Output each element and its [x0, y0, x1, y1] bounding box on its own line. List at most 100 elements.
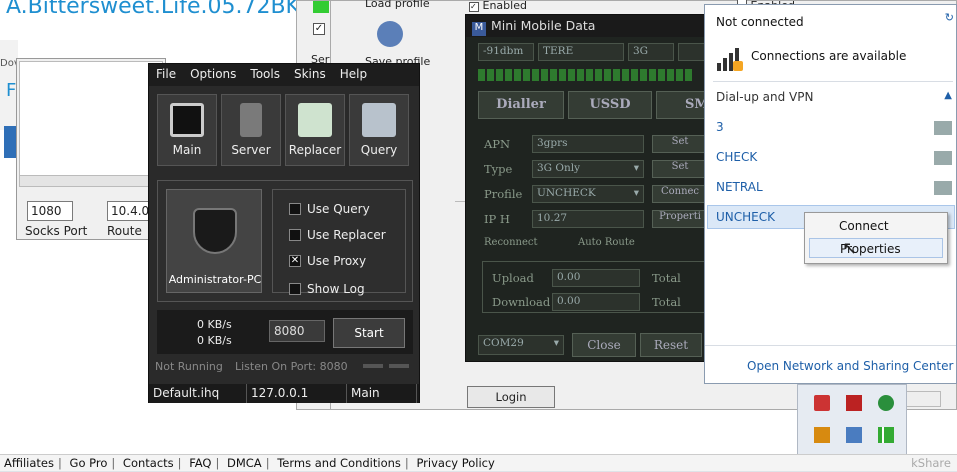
app-tray-icon[interactable]: [846, 395, 862, 411]
footer-gopro[interactable]: Go Pro: [70, 456, 108, 470]
dialup-icon: [934, 151, 952, 165]
dialler-tab[interactable]: Dialler: [478, 91, 564, 119]
show-log-checkbox[interactable]: Show Log: [289, 282, 365, 296]
menu-tools[interactable]: Tools: [250, 67, 280, 83]
enabled-label-1: ✓ Enabled: [469, 0, 527, 12]
app-icon: M: [472, 22, 486, 36]
dropdown-arrow-icon: ▾: [553, 337, 559, 349]
mini-mobile-data-window: M Mini Mobile Data -91dbm TERE 3G Dialler…: [465, 14, 709, 362]
auto-route-checkbox[interactable]: Auto Route: [564, 237, 635, 248]
indicator: [389, 364, 409, 368]
menu-skins[interactable]: Skins: [294, 67, 326, 83]
signal-field: -91dbm: [478, 43, 534, 61]
com-port-select[interactable]: COM29 ▾: [478, 335, 564, 355]
set-apn-button[interactable]: Set: [652, 135, 708, 153]
connection-check[interactable]: CHECK: [716, 150, 757, 164]
set-type-button[interactable]: Set: [652, 160, 708, 178]
server-icon: [240, 103, 262, 137]
footer-terms[interactable]: Terms and Conditions: [277, 456, 401, 470]
app-tray-icon[interactable]: [814, 395, 830, 411]
query-label: Query: [360, 143, 398, 157]
footer-contacts[interactable]: Contacts: [123, 456, 174, 470]
upload-field: 0.00: [552, 269, 640, 287]
users-icon[interactable]: [377, 21, 403, 47]
window-titlebar: M Mini Mobile Data: [466, 15, 708, 37]
load-profile-label: Load profile: [365, 0, 430, 10]
replacer-icon: [298, 103, 332, 137]
main-toolbar-button[interactable]: Main: [157, 94, 217, 166]
checkbox-box: [289, 229, 301, 241]
footer-faq[interactable]: FAQ: [189, 456, 211, 470]
content-pane: [19, 61, 163, 181]
signal-icon[interactable]: [878, 427, 894, 443]
type-select[interactable]: 3G Only ▾: [532, 160, 644, 178]
type-label: Type: [484, 162, 513, 176]
divider: [705, 345, 956, 346]
operator-field: TERE: [538, 43, 624, 61]
replacer-toolbar-button[interactable]: Replacer: [285, 94, 345, 166]
music-icon[interactable]: [814, 427, 830, 443]
download-field: 0.00: [552, 293, 640, 311]
menu-help[interactable]: Help: [340, 67, 367, 83]
ussd-tab[interactable]: USSD: [568, 91, 652, 119]
open-network-center-link[interactable]: Open Network and Sharing Center: [747, 359, 953, 373]
run-status: Not Running: [155, 360, 223, 373]
footer-dmca[interactable]: DMCA: [227, 456, 262, 470]
status-config: Default.ihq: [149, 384, 247, 403]
divider: [713, 81, 953, 82]
total-label-2: Total: [652, 295, 681, 309]
ip-field: 10.27: [532, 210, 644, 228]
ip-label: IP H: [484, 212, 510, 226]
checkbox[interactable]: ✓: [313, 23, 325, 35]
horizontal-scrollbar[interactable]: [19, 175, 163, 187]
options-group: Use Query Use Replacer ✕ Use Proxy Show L…: [272, 189, 406, 296]
dialup-icon: [934, 181, 952, 195]
profile-select[interactable]: UNCHECK ▾: [532, 185, 644, 203]
connection-uncheck[interactable]: UNCHECK: [716, 210, 775, 224]
dialup-vpn-header[interactable]: Dial-up and VPN: [716, 90, 813, 104]
use-proxy-checkbox[interactable]: ✕ Use Proxy: [289, 254, 366, 268]
port-input[interactable]: 8080: [269, 320, 325, 342]
reset-button[interactable]: Reset: [640, 333, 702, 357]
socks-port-input[interactable]: 1080: [27, 201, 73, 221]
checkbox-checked: ✕: [289, 255, 301, 267]
apn-label: APN: [484, 137, 511, 151]
signal-warning-icon: [715, 45, 745, 73]
upload-label: Upload: [492, 271, 534, 285]
context-properties[interactable]: Properties: [809, 238, 943, 258]
profile-label: Profile: [484, 187, 523, 201]
query-toolbar-button[interactable]: Query: [349, 94, 409, 166]
login-button[interactable]: Login: [467, 386, 555, 408]
app-tray-icon[interactable]: [846, 427, 862, 443]
refresh-icon[interactable]: ↻: [945, 11, 954, 24]
download-speed: 0 KB/s: [197, 318, 232, 331]
apn-input[interactable]: 3gprs: [532, 135, 644, 153]
use-query-checkbox[interactable]: Use Query: [289, 202, 370, 216]
chevron-up-icon[interactable]: ▲: [944, 90, 952, 101]
network-computers-icon: [362, 103, 396, 137]
close-button[interactable]: Close: [572, 333, 636, 357]
use-replacer-checkbox[interactable]: Use Replacer: [289, 228, 386, 242]
footer-privacy[interactable]: Privacy Policy: [416, 456, 494, 470]
main-label: Main: [172, 143, 202, 157]
page-footer: Affiliates | Go Pro | Contacts | FAQ | DMCA |…: [0, 454, 957, 471]
sms-tab[interactable]: SM: [656, 91, 709, 119]
connect-button[interactable]: Connec: [652, 185, 708, 203]
context-connect[interactable]: Connect: [809, 216, 943, 236]
menu-file[interactable]: File: [156, 67, 176, 83]
avatar-label: Administrator-PC: [168, 273, 262, 286]
menu-options[interactable]: Options: [190, 67, 236, 83]
properties-button[interactable]: Properti: [652, 210, 708, 228]
page-title: A.Bittersweet.Life.05.72BK.: [6, 0, 307, 19]
start-button[interactable]: Start: [333, 318, 405, 348]
listen-status: Listen On Port: 8080: [235, 360, 348, 373]
server-toolbar-button[interactable]: Server: [221, 94, 281, 166]
proxy-settings-window: 1080 10.4.0.1 Socks Port Route: [16, 58, 167, 240]
globe-icon[interactable]: [878, 395, 894, 411]
reconnect-checkbox[interactable]: Reconnect: [484, 237, 538, 248]
connection-3[interactable]: 3: [716, 120, 724, 134]
footer-affiliates[interactable]: Affiliates: [4, 456, 54, 470]
connection-netral[interactable]: NETRAL: [716, 180, 763, 194]
checkbox-box: [289, 283, 301, 295]
context-menu: Connect Properties: [804, 212, 948, 264]
